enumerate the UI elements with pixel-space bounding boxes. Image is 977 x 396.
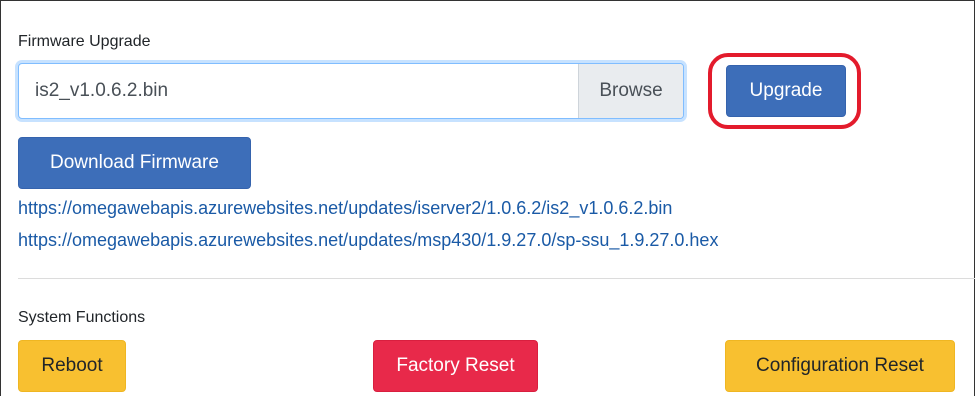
download-firmware-button[interactable]: Download Firmware (18, 137, 251, 189)
firmware-link-msp430[interactable]: https://omegawebapis.azurewebsites.net/u… (18, 230, 718, 251)
highlight-annotation (708, 53, 861, 129)
section-divider (18, 278, 975, 279)
firmware-upgrade-label: Firmware Upgrade (18, 33, 151, 50)
reboot-button[interactable]: Reboot (18, 340, 126, 392)
browse-button[interactable]: Browse (578, 64, 683, 118)
configuration-reset-button[interactable]: Configuration Reset (725, 340, 955, 392)
system-functions-label: System Functions (18, 309, 146, 326)
firmware-link-iserver2[interactable]: https://omegawebapis.azurewebsites.net/u… (18, 198, 672, 219)
factory-reset-button[interactable]: Factory Reset (373, 340, 538, 392)
firmware-file-value[interactable]: is2_v1.0.6.2.bin (19, 64, 578, 118)
firmware-file-input[interactable]: is2_v1.0.6.2.bin Browse (18, 63, 684, 119)
